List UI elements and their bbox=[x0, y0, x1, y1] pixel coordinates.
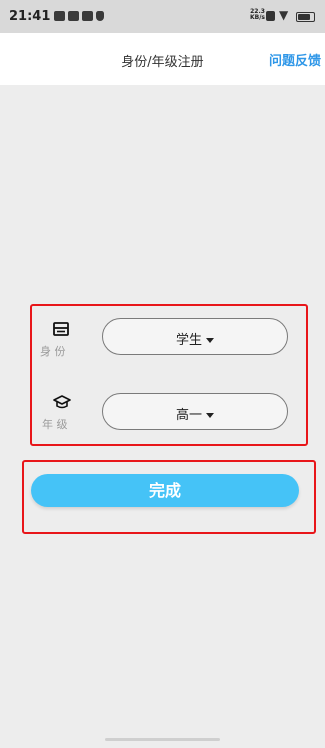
network-speed-unit: KB/s bbox=[250, 14, 265, 21]
status-time: 21:41 bbox=[9, 9, 51, 24]
done-button[interactable]: 完成 bbox=[31, 474, 299, 507]
status-bar: 21:41 22.3 KB/s ▼ bbox=[0, 0, 325, 33]
battery-icon bbox=[296, 12, 315, 22]
wifi-icon: ▼ bbox=[279, 8, 289, 22]
notification-app-icon bbox=[82, 11, 93, 21]
notification-app-icon bbox=[54, 11, 65, 21]
feedback-link[interactable]: 问题反馈 bbox=[269, 50, 321, 69]
form-highlight-box bbox=[30, 304, 308, 446]
shield-icon bbox=[96, 11, 104, 21]
nfc-icon bbox=[266, 11, 275, 21]
network-speed: 22.3 KB/s bbox=[250, 9, 265, 21]
top-bar: 身份/年级注册 问题反馈 bbox=[0, 33, 325, 85]
notification-app-icon bbox=[68, 11, 79, 21]
home-indicator bbox=[105, 738, 220, 741]
